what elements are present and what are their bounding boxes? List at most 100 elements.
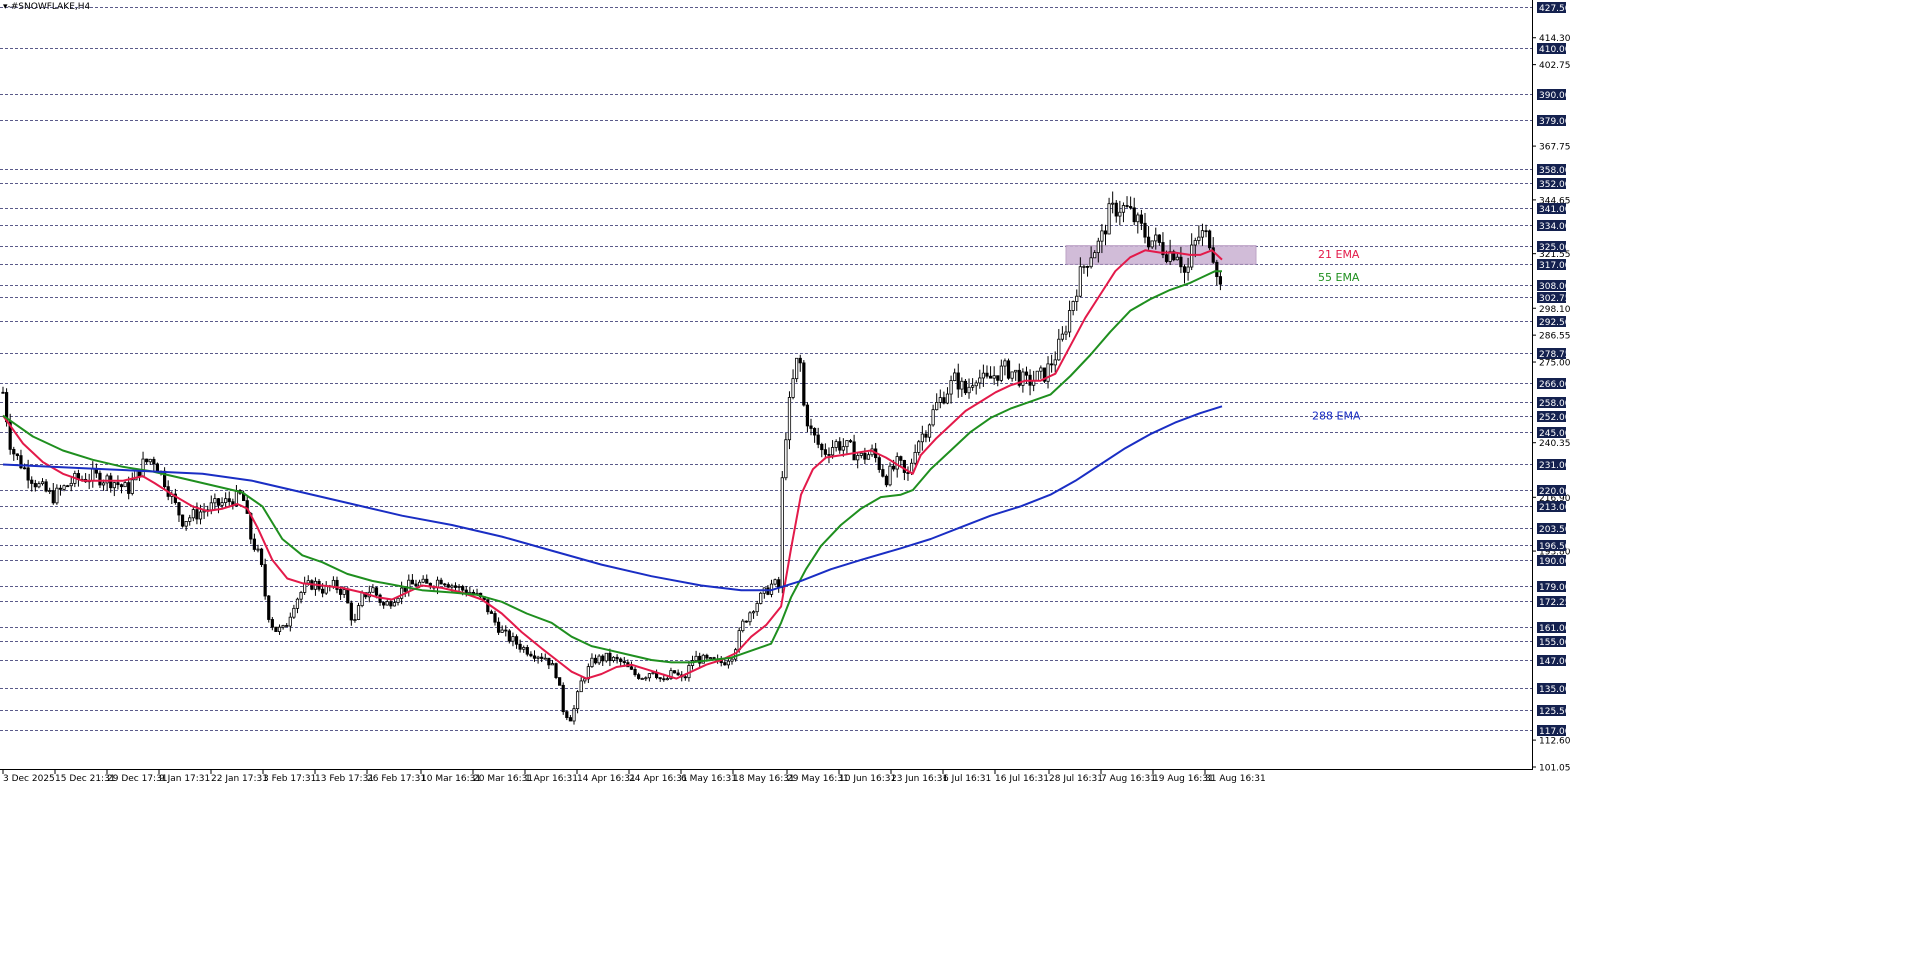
candle-body [981,372,985,379]
candle-body [751,611,756,614]
price-tick-label: 101.05 [1539,764,1571,774]
candle-body [389,601,393,607]
time-tick-label: 9 Jan 17:31 [159,774,210,784]
level-tag-label: 379.00 [1539,117,1571,127]
level-tag-label: 190.00 [1539,557,1571,567]
candle-body [795,357,799,380]
time-tick-label: 28 Jul 16:31 [1049,774,1103,784]
candle-body [1050,363,1054,366]
time-tick-label: 7 Aug 16:31 [1101,774,1156,784]
candle-body [902,459,906,473]
candle-body [619,658,623,662]
candle-body [292,607,296,618]
candle-body [672,670,677,674]
candle-body [615,656,619,660]
candle-body [331,579,335,587]
candle-body [935,401,939,411]
candle-body [1024,371,1029,376]
candle-body [130,479,134,494]
candle-body [1114,202,1118,217]
candle-body [489,611,493,614]
candle-body [407,579,411,592]
candle-body [622,661,626,664]
level-tag-label: 231.00 [1539,461,1571,471]
candle-body [572,708,576,722]
candle-body [382,602,386,606]
candle-body [780,477,784,588]
level-tag-label: 245.00 [1539,429,1571,439]
candle-body [349,602,353,621]
level-tag-label: 266.00 [1539,380,1571,390]
candle-body [949,380,953,395]
candle-body [888,465,892,486]
candle-body [1193,240,1197,246]
candle-body [12,448,16,455]
candle-body [1208,230,1212,249]
candle-body [1179,256,1183,268]
candle-body [859,452,863,456]
candle-body [830,447,835,456]
candle-body [737,630,741,651]
candle-body [1182,266,1187,273]
candle-body [270,619,274,628]
candle-body [356,605,361,620]
candle-body [597,655,601,664]
candle-body [15,453,19,457]
candle-body [1039,367,1043,372]
candle-body [392,602,397,607]
candle-body [299,592,303,600]
price-tick-label: 414.30 [1539,34,1571,44]
candle-body [1146,236,1151,248]
time-tick-label: 31 Aug 16:31 [1205,774,1266,784]
candle-body [1071,301,1075,311]
level-tag-label: 155.00 [1539,638,1571,648]
candle-body [884,475,889,486]
candle-body [651,672,655,675]
candle-body [992,375,996,379]
price-tick-label: 112.60 [1539,737,1571,747]
candle-body [568,717,573,722]
candle-body [453,585,458,588]
candle-body [906,472,910,474]
level-tag-label: 258.00 [1539,399,1571,409]
candle-body [1089,257,1093,268]
candle-body [834,441,838,448]
candle-body [665,678,669,681]
candle-body [1067,310,1072,333]
candle-body [787,397,792,441]
candle-body [227,498,231,503]
candle-body [48,490,52,492]
candle-body [1103,230,1108,235]
candle-body [1150,240,1154,248]
candle-body [123,482,127,488]
candle-body [496,621,501,633]
candle-body [1129,206,1133,209]
candle-body [410,579,414,585]
candle-body [414,583,418,587]
candle-body [40,481,45,485]
candle-body [525,647,529,655]
candle-body [443,583,447,586]
candle-body [805,404,810,427]
candle-body [145,458,149,463]
candle-body [66,485,70,488]
level-tag-label: 220.00 [1539,487,1571,497]
candle-body [1218,276,1223,285]
candle-body [1003,360,1007,367]
candle-body [996,375,1000,381]
level-tag-label: 317.00 [1539,261,1571,271]
level-tag-label: 117.00 [1539,727,1571,737]
candle-body [895,456,899,470]
price-chart[interactable]: 21 EMA 55 EMA 288 EMA 414.30 402.75 367.75 34… [0,0,1916,963]
candle-body [726,660,731,666]
candle-body [514,636,519,645]
candle-body [195,509,199,520]
candle-body [1093,252,1097,259]
candle-body [55,487,59,504]
candle-body [558,677,562,686]
candle-body [744,620,748,623]
candle-body [127,482,131,494]
candle-body [1100,230,1104,242]
candle-body [924,433,928,438]
candle-body [177,502,181,516]
